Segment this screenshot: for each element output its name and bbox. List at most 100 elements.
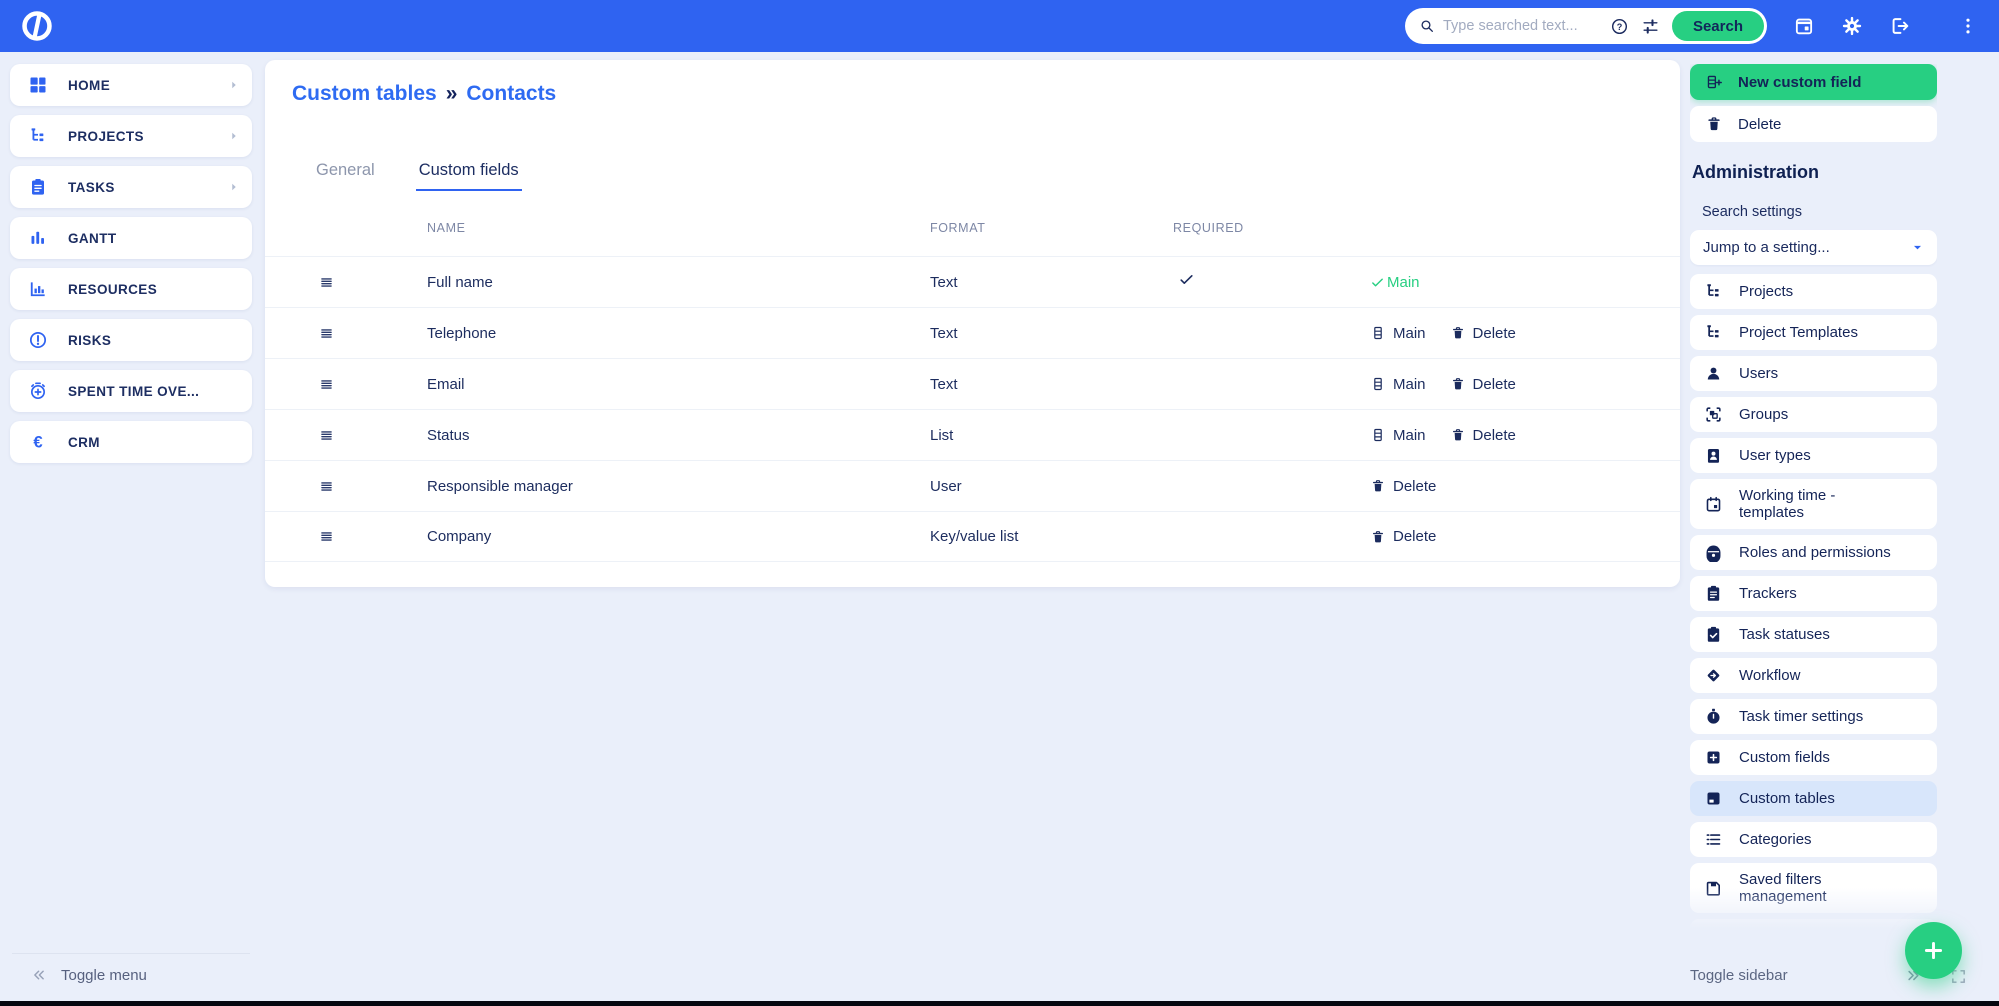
delete-button[interactable]: Delete	[1370, 528, 1436, 545]
add-fab[interactable]	[1905, 922, 1962, 979]
help-icon[interactable]: ?	[1610, 17, 1629, 36]
trash-icon	[1450, 376, 1466, 392]
search-settings-label: Search settings	[1702, 204, 1802, 220]
admin-item-label: Custom fields	[1739, 749, 1830, 766]
table-row-object-object: Telephone Text Main Delete	[265, 307, 1680, 358]
field-name: Full name	[427, 273, 493, 291]
sidebar-item-label: CRM	[68, 434, 100, 450]
toggle-menu[interactable]: Toggle menu	[30, 966, 147, 984]
admin-item-label: Categories	[1739, 831, 1812, 848]
sidebar-actions: New custom field Delete	[1690, 64, 1937, 142]
sidebar-action-label: Delete	[1738, 115, 1782, 133]
groups-icon	[1704, 405, 1723, 424]
trash-icon	[1370, 529, 1386, 545]
sidebar-item-crm[interactable]: € CRM	[10, 421, 252, 463]
admin-item-saved-filters-management[interactable]: Saved filters management	[1690, 863, 1937, 913]
square-plus-icon	[1704, 748, 1723, 767]
caret-down-icon	[1911, 241, 1924, 254]
table-header: NAME FORMAT REQUIRED	[265, 200, 1680, 256]
sidebar-item-tasks[interactable]: TASKS	[10, 166, 252, 208]
sidebar-item-gantt[interactable]: GANTT	[10, 217, 252, 259]
sidebar-action-delete[interactable]: Delete	[1690, 106, 1937, 142]
delete-button[interactable]: Delete	[1450, 376, 1516, 393]
admin-item-default-filters[interactable]: Default filters	[1690, 919, 1937, 940]
admin-item-trackers[interactable]: Trackers	[1690, 576, 1937, 611]
table-row-object-object: Responsible manager User Delete	[265, 460, 1680, 511]
sidebar-item-home[interactable]: HOME	[10, 64, 252, 106]
sidebar-item-spent-time-ove[interactable]: SPENT TIME OVE...	[10, 370, 252, 412]
sidebar-action-new-custom-field[interactable]: New custom field	[1690, 64, 1937, 100]
kebab-menu-icon[interactable]	[1958, 15, 1978, 37]
drag-handle-icon[interactable]	[318, 427, 335, 444]
admin-item-task-timer-settings[interactable]: Task timer settings	[1690, 699, 1937, 734]
breadcrumb: Custom tables » Contacts	[292, 82, 556, 106]
drag-handle-icon[interactable]	[318, 325, 335, 342]
jump-to-setting-value: Jump to a setting...	[1703, 239, 1830, 256]
field-format: Text	[930, 324, 958, 342]
top-bar: ? Search	[0, 0, 1999, 52]
sidebar-item-resources[interactable]: RESOURCES	[10, 268, 252, 310]
breadcrumb-current[interactable]: Contacts	[466, 82, 556, 105]
admin-item-working-time-templates[interactable]: Working time - templates	[1690, 479, 1937, 529]
delete-button[interactable]: Delete	[1450, 427, 1516, 444]
admin-item-label: Trackers	[1739, 585, 1797, 602]
trash-icon	[1450, 427, 1466, 443]
table-body: Full name Text Main Telephone Text Main	[265, 256, 1680, 562]
exit-icon[interactable]	[1889, 15, 1911, 37]
sidebar-item-projects[interactable]: PROJECTS	[10, 115, 252, 157]
admin-item-user-types[interactable]: User types	[1690, 438, 1937, 473]
tab-general[interactable]: General	[313, 161, 378, 191]
drag-handle-icon[interactable]	[318, 274, 335, 291]
hierarchy-icon	[1704, 323, 1723, 342]
admin-item-label: Default filters	[1739, 928, 1827, 940]
field-stack-icon	[1370, 427, 1386, 443]
trash-icon	[1450, 325, 1466, 341]
admin-item-users[interactable]: Users	[1690, 356, 1937, 391]
toggle-sidebar[interactable]: Toggle sidebar	[1690, 966, 1937, 985]
sidebar-item-label: GANTT	[68, 230, 117, 246]
table-row-object-object: Company Key/value list Delete	[265, 511, 1680, 562]
main-button[interactable]: Main	[1370, 376, 1426, 393]
main-button[interactable]: Main	[1370, 427, 1426, 444]
trash-icon	[1370, 478, 1386, 494]
drag-handle-icon[interactable]	[318, 528, 335, 545]
app-logo[interactable]	[20, 9, 54, 43]
admin-item-label: User types	[1739, 447, 1811, 464]
admin-item-roles-and-permissions[interactable]: Roles and permissions	[1690, 535, 1937, 570]
delete-button[interactable]: Delete	[1370, 478, 1436, 495]
field-format: List	[930, 426, 954, 444]
admin-item-label: Groups	[1739, 406, 1789, 423]
warning-circle-icon	[28, 330, 48, 350]
tune-icon[interactable]	[1641, 17, 1660, 36]
sidebar-item-risks[interactable]: RISKS	[10, 319, 252, 361]
gear-icon[interactable]	[1841, 15, 1863, 37]
clipboard-icon	[1704, 584, 1723, 603]
admin-item-projects[interactable]: Projects	[1690, 274, 1937, 309]
workflow-icon	[1704, 666, 1723, 685]
table-row-object-object: Status List Main Delete	[265, 409, 1680, 460]
admin-item-custom-fields[interactable]: Custom fields	[1690, 740, 1937, 775]
search-button[interactable]: Search	[1671, 11, 1764, 41]
field-format: Text	[930, 375, 958, 393]
column-header-format: FORMAT	[930, 221, 986, 235]
tab-label: General	[316, 161, 375, 179]
delete-button[interactable]: Delete	[1450, 325, 1516, 342]
sidebar-item-label: TASKS	[68, 179, 115, 195]
calendar-icon[interactable]	[1793, 15, 1815, 37]
jump-to-setting-select[interactable]: Jump to a setting...	[1690, 230, 1937, 265]
admin-item-project-templates[interactable]: Project Templates	[1690, 315, 1937, 350]
field-name: Telephone	[427, 324, 497, 342]
main-button[interactable]: Main	[1370, 325, 1426, 342]
admin-item-task-statuses[interactable]: Task statuses	[1690, 617, 1937, 652]
tab-custom-fields[interactable]: Custom fields	[415, 161, 522, 191]
drag-handle-icon[interactable]	[318, 478, 335, 495]
admin-item-categories[interactable]: Categories	[1690, 822, 1937, 857]
drag-handle-icon[interactable]	[318, 376, 335, 393]
admin-item-custom-tables[interactable]: Custom tables	[1690, 781, 1937, 816]
admin-item-groups[interactable]: Groups	[1690, 397, 1937, 432]
admin-item-workflow[interactable]: Workflow	[1690, 658, 1937, 693]
required-check-icon	[1178, 271, 1195, 288]
breadcrumb-parent[interactable]: Custom tables	[292, 82, 437, 105]
search-input[interactable]	[1435, 18, 1604, 34]
admin-item-label: Workflow	[1739, 667, 1801, 684]
